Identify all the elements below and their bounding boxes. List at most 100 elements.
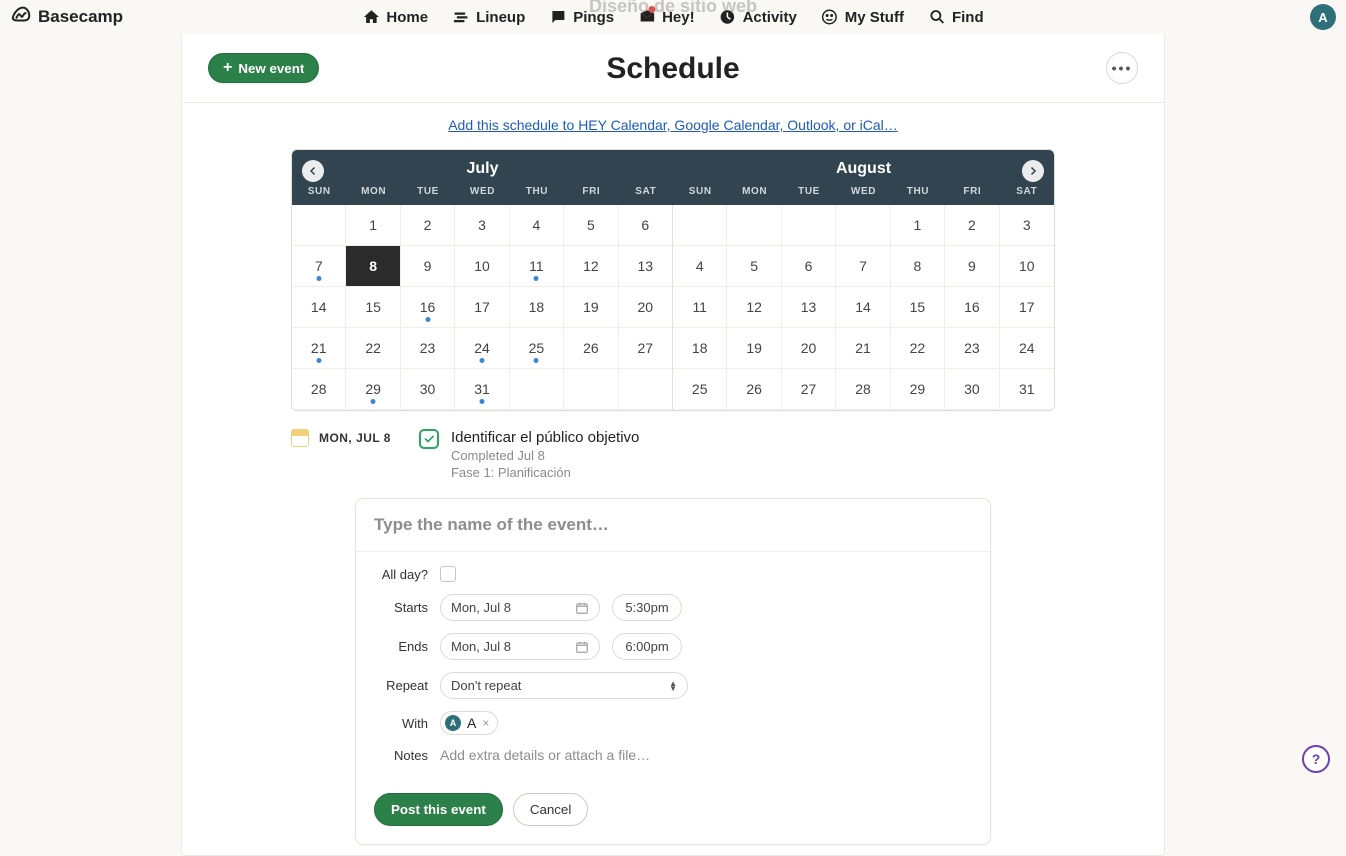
calendar-day[interactable]: 7 — [836, 246, 890, 287]
calendar-day[interactable]: 20 — [782, 328, 836, 369]
calendar-prev-button[interactable] — [302, 160, 324, 182]
completed-todo[interactable]: Identificar el público objetivo Complete… — [419, 429, 639, 480]
calendar-day[interactable]: 13 — [782, 287, 836, 328]
post-event-button[interactable]: Post this event — [374, 793, 503, 826]
calendar-day[interactable]: 11 — [510, 246, 564, 287]
calendar-day[interactable]: 30 — [401, 369, 455, 410]
calendar-day[interactable]: 28 — [292, 369, 346, 410]
calendar-day[interactable]: 3 — [1000, 205, 1054, 246]
calendar-day[interactable]: 23 — [401, 328, 455, 369]
calendar-day[interactable]: 10 — [1000, 246, 1054, 287]
calendar-day[interactable]: 22 — [891, 328, 945, 369]
add-schedule-link[interactable]: Add this schedule to HEY Calendar, Googl… — [448, 117, 898, 133]
notes-input[interactable]: Add extra details or attach a file… — [440, 747, 650, 763]
mystuff-icon — [821, 8, 839, 26]
calendar-day[interactable]: 4 — [673, 246, 727, 287]
calendar-day[interactable]: 3 — [455, 205, 509, 246]
calendar-day[interactable]: 30 — [945, 369, 999, 410]
calendar-day[interactable]: 9 — [945, 246, 999, 287]
calendar-day[interactable]: 14 — [836, 287, 890, 328]
main-panel: + New event Schedule ••• Add this schedu… — [181, 34, 1165, 856]
event-name-input[interactable] — [356, 499, 990, 552]
calendar-day[interactable]: 16 — [401, 287, 455, 328]
calendar-day[interactable]: 29 — [346, 369, 400, 410]
calendar-day[interactable]: 6 — [782, 246, 836, 287]
calendar-day[interactable]: 24 — [1000, 328, 1054, 369]
calendar-next-button[interactable] — [1022, 160, 1044, 182]
calendar-day[interactable]: 20 — [619, 287, 673, 328]
nav-pings[interactable]: Pings — [549, 8, 614, 26]
brand-logo[interactable]: Basecamp — [10, 4, 123, 31]
calendar-day[interactable]: 26 — [727, 369, 781, 410]
calendar-day[interactable]: 27 — [782, 369, 836, 410]
calendar-day[interactable]: 11 — [673, 287, 727, 328]
new-event-button[interactable]: + New event — [208, 53, 319, 83]
starts-date-input[interactable]: Mon, Jul 8 — [440, 594, 600, 621]
activity-icon — [719, 8, 737, 26]
calendar-day[interactable]: 25 — [510, 328, 564, 369]
nav-hey[interactable]: Hey! — [638, 8, 695, 26]
calendar-day[interactable]: 23 — [945, 328, 999, 369]
starts-time-input[interactable]: 5:30pm — [612, 594, 682, 621]
calendar-day[interactable]: 25 — [673, 369, 727, 410]
ellipsis-icon: ••• — [1112, 60, 1133, 76]
calendar-day[interactable]: 1 — [891, 205, 945, 246]
calendar-day[interactable]: 10 — [455, 246, 509, 287]
nav-lineup[interactable]: Lineup — [452, 8, 525, 26]
calendar-day[interactable]: 15 — [346, 287, 400, 328]
starts-time-value: 5:30pm — [625, 600, 668, 615]
calendar-day[interactable]: 12 — [727, 287, 781, 328]
calendar-day[interactable]: 1 — [346, 205, 400, 246]
calendar-day[interactable]: 21 — [292, 328, 346, 369]
calendar-icon — [575, 601, 589, 615]
calendar-day[interactable]: 24 — [455, 328, 509, 369]
calendar-day[interactable]: 14 — [292, 287, 346, 328]
calendar-day[interactable]: 18 — [673, 328, 727, 369]
calendar-day[interactable]: 13 — [619, 246, 673, 287]
calendar-day[interactable]: 15 — [891, 287, 945, 328]
calendar-day[interactable]: 12 — [564, 246, 618, 287]
calendar-day[interactable]: 16 — [945, 287, 999, 328]
nav-home[interactable]: Home — [362, 8, 428, 26]
ends-time-input[interactable]: 6:00pm — [612, 633, 682, 660]
calendar-day[interactable]: 5 — [727, 246, 781, 287]
ends-time-value: 6:00pm — [625, 639, 668, 654]
calendar-day[interactable]: 31 — [455, 369, 509, 410]
calendar-day[interactable]: 22 — [346, 328, 400, 369]
calendar-day[interactable]: 5 — [564, 205, 618, 246]
calendar-day[interactable]: 17 — [455, 287, 509, 328]
calendar-day[interactable]: 18 — [510, 287, 564, 328]
calendar-day[interactable]: 2 — [401, 205, 455, 246]
help-button[interactable]: ? — [1302, 745, 1330, 773]
cancel-button[interactable]: Cancel — [513, 793, 589, 826]
nav-mystuff[interactable]: My Stuff — [821, 8, 904, 26]
calendar-day[interactable]: 9 — [401, 246, 455, 287]
participant-chip[interactable]: A A × — [440, 711, 498, 735]
calendar-day[interactable]: 19 — [564, 287, 618, 328]
calendar-day[interactable]: 29 — [891, 369, 945, 410]
calendar-day[interactable]: 4 — [510, 205, 564, 246]
panel-menu-button[interactable]: ••• — [1106, 52, 1138, 84]
calendar-day[interactable]: 17 — [1000, 287, 1054, 328]
calendar-day[interactable]: 2 — [945, 205, 999, 246]
avatar[interactable]: A — [1310, 4, 1336, 30]
calendar-day[interactable]: 26 — [564, 328, 618, 369]
remove-participant-icon[interactable]: × — [482, 716, 489, 730]
selected-day-section: MON, JUL 8 Identificar el público objeti… — [291, 429, 1055, 480]
nav-find[interactable]: Find — [928, 8, 984, 26]
all-day-checkbox[interactable] — [440, 566, 456, 582]
calendar-day[interactable]: 8 — [346, 246, 400, 287]
calendar-day[interactable]: 21 — [836, 328, 890, 369]
repeat-select[interactable]: Don't repeat ▲▼ — [440, 672, 688, 699]
calendar-day[interactable]: 7 — [292, 246, 346, 287]
calendar-day[interactable]: 19 — [727, 328, 781, 369]
ends-date-input[interactable]: Mon, Jul 8 — [440, 633, 600, 660]
calendar-day[interactable]: 31 — [1000, 369, 1054, 410]
calendar-day[interactable]: 28 — [836, 369, 890, 410]
calendar-dow: THU — [891, 182, 945, 205]
nav-activity[interactable]: Activity — [719, 8, 797, 26]
calendar-day[interactable]: 8 — [891, 246, 945, 287]
calendar-day[interactable]: 27 — [619, 328, 673, 369]
with-label: With — [374, 716, 428, 731]
calendar-day[interactable]: 6 — [619, 205, 673, 246]
